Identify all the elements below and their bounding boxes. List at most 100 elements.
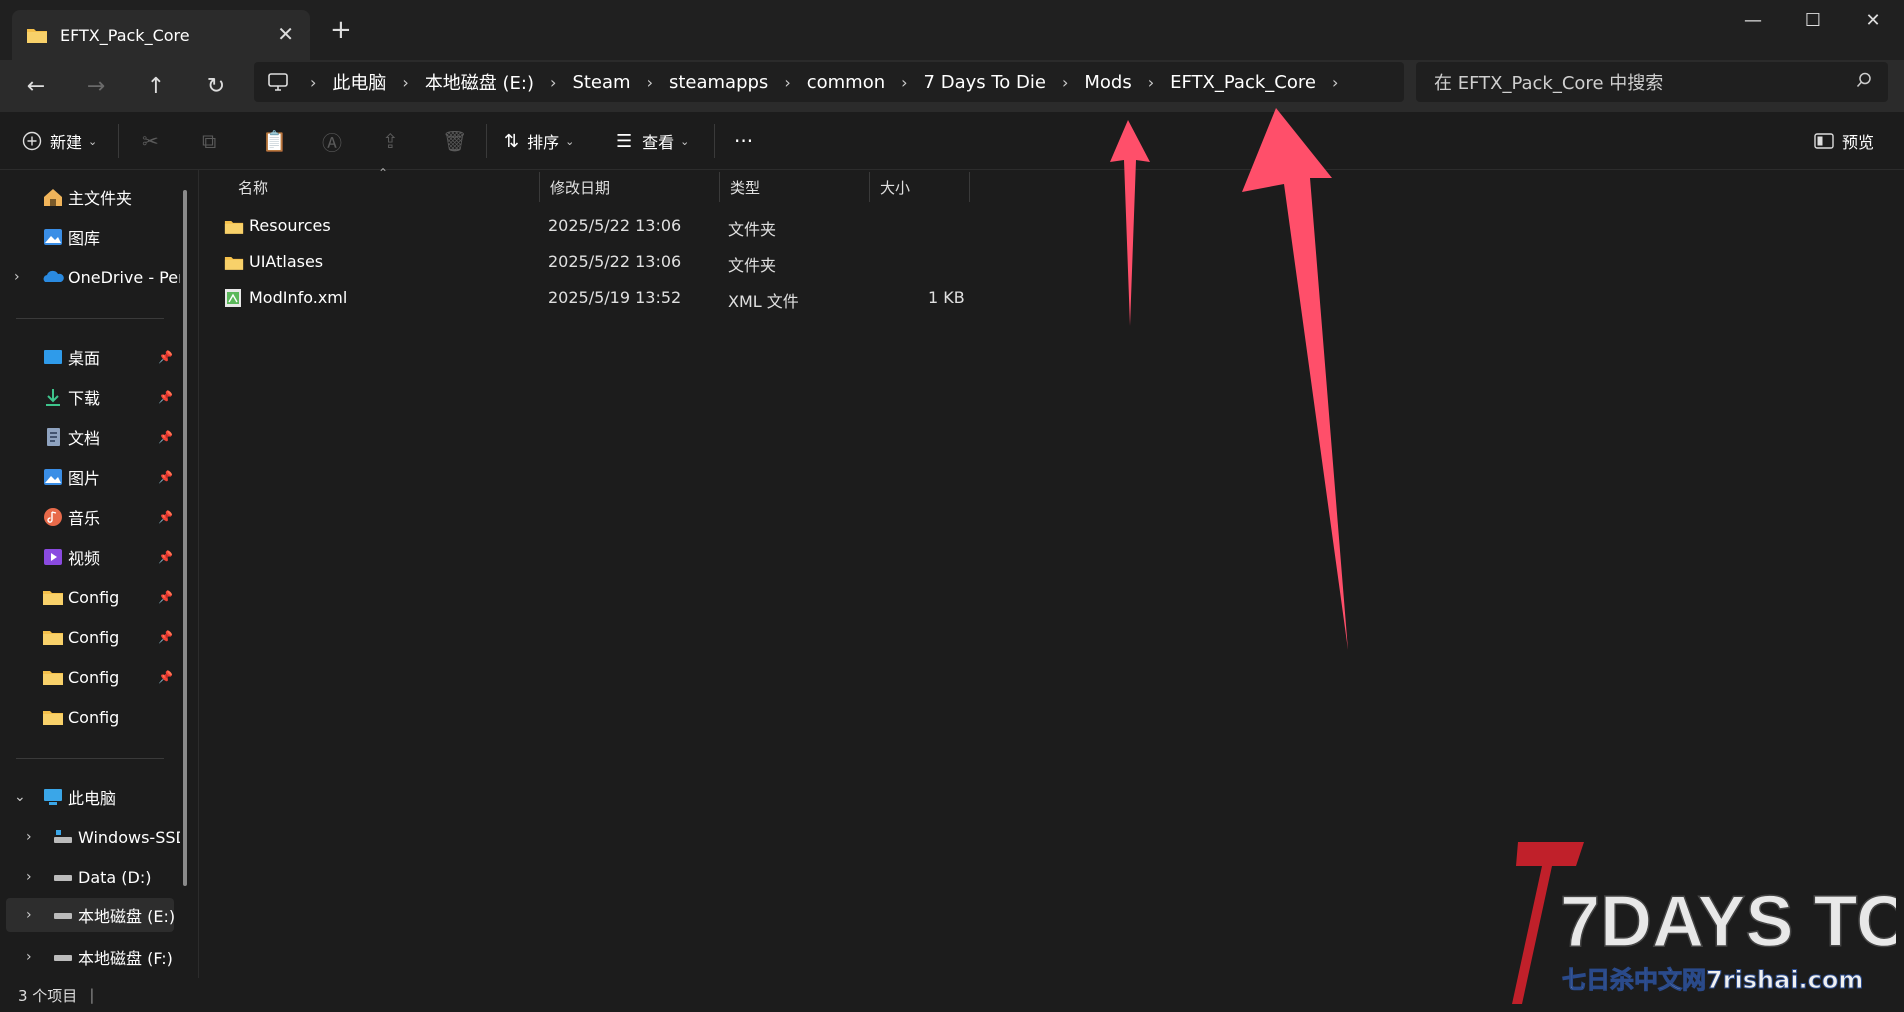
delete-icon[interactable]: 🗑 <box>442 126 467 156</box>
sidebar-item-config-1[interactable]: Config 📌 <box>0 580 180 614</box>
column-header-size[interactable]: 大小 <box>870 172 970 202</box>
sidebar-item-config-2[interactable]: Config 📌 <box>0 620 180 654</box>
pane-divider <box>198 170 199 978</box>
tab-active[interactable]: EFTX_Pack_Core ✕ <box>12 10 310 60</box>
chevron-right-icon[interactable]: › <box>14 269 20 285</box>
game-logo-watermark: 7DAYS TO DIE 七日杀中文网7rishai.com <box>1512 838 1904 1008</box>
sidebar-item-drive-d[interactable]: › Data (D:) <box>0 860 180 894</box>
sidebar-item-drive-e[interactable]: › 本地磁盘 (E:) <box>6 898 174 932</box>
cut-icon[interactable]: ✂ <box>142 126 159 156</box>
pin-icon[interactable]: 📌 <box>158 670 173 684</box>
column-header-date[interactable]: 修改日期 <box>540 172 720 202</box>
refresh-button[interactable]: ↻ <box>196 70 236 102</box>
pin-icon[interactable]: 📌 <box>158 470 173 484</box>
copy-icon[interactable]: ⧉ <box>202 126 216 156</box>
sidebar-item-pictures[interactable]: 图片 📌 <box>0 460 180 494</box>
pin-icon[interactable]: 📌 <box>158 430 173 444</box>
pin-icon[interactable]: 📌 <box>158 630 173 644</box>
search-input[interactable]: 在 EFTX_Pack_Core 中搜索 <box>1416 62 1888 102</box>
minimize-button[interactable]: — <box>1724 0 1782 40</box>
sidebar-item-downloads[interactable]: 下载 📌 <box>0 380 180 414</box>
sort-button[interactable]: ⇅ 排序 ⌄ <box>504 126 574 156</box>
up-button[interactable]: ↑ <box>136 70 176 102</box>
sidebar-item-onedrive[interactable]: › OneDrive - Per <box>0 260 180 294</box>
sidebar-item-drive-f[interactable]: › 本地磁盘 (F:) <box>0 940 180 974</box>
new-button[interactable]: 新建 ⌄ <box>22 126 97 156</box>
share-icon[interactable]: ⇪ <box>382 126 399 156</box>
sidebar-item-this-pc[interactable]: ⌄ 此电脑 <box>0 780 180 814</box>
breadcrumb-steamapps[interactable]: steamapps <box>669 72 768 93</box>
arrow-left-icon: ← <box>26 73 46 99</box>
view-button[interactable]: ☰ 查看 ⌄ <box>616 126 689 156</box>
more-options-button[interactable]: ··· <box>734 126 753 156</box>
preview-pane-icon <box>1814 133 1834 149</box>
arrow-up-icon: ↑ <box>146 73 166 99</box>
pin-icon[interactable]: 📌 <box>158 390 173 404</box>
view-label: 查看 <box>642 133 675 152</box>
chevron-right-icon[interactable]: › <box>26 949 32 965</box>
folder-icon <box>27 29 47 43</box>
pin-icon[interactable]: 📌 <box>158 510 173 524</box>
breadcrumb-this-pc[interactable]: 此电脑 <box>332 69 386 95</box>
chevron-down-icon[interactable]: ⌄ <box>14 789 26 805</box>
folder-icon <box>224 221 244 234</box>
chevron-right-icon[interactable]: › <box>26 907 32 923</box>
file-type: 文件夹 <box>728 256 777 275</box>
rename-icon[interactable]: Ⓐ <box>322 126 342 156</box>
file-row[interactable]: ModInfo.xml 2025/5/19 13:52 XML 文件 1 KB <box>214 282 974 316</box>
file-date: 2025/5/22 13:06 <box>548 252 682 271</box>
sidebar-item-desktop[interactable]: 桌面 📌 <box>0 340 180 374</box>
sidebar-item-gallery[interactable]: 图库 <box>0 220 180 254</box>
new-tab-button[interactable]: + <box>330 16 352 44</box>
onedrive-icon <box>43 270 64 282</box>
forward-button[interactable]: → <box>76 70 116 102</box>
computer-icon <box>44 789 62 805</box>
command-bar: 新建 ⌄ ✂ ⧉ 📋 Ⓐ ⇪ 🗑 ⇅ 排序 ⌄ ☰ 查看 ⌄ ··· 预览 <box>0 112 1904 170</box>
breadcrumb-drive-e[interactable]: 本地磁盘 (E:) <box>425 69 534 95</box>
chevron-right-icon: › <box>310 72 317 92</box>
sidebar-scrollbar[interactable] <box>183 190 187 886</box>
column-header-name[interactable]: 名称 ⌃ <box>228 166 540 202</box>
chevron-right-icon[interactable]: › <box>26 829 32 845</box>
sidebar-item-music[interactable]: 音乐 📌 <box>0 500 180 534</box>
back-button[interactable]: ← <box>16 70 56 102</box>
column-header-type[interactable]: 类型 <box>720 172 870 202</box>
picture-icon <box>44 469 62 485</box>
chevron-right-icon[interactable]: › <box>1332 73 1338 92</box>
breadcrumb-7dtd[interactable]: 7 Days To Die <box>924 72 1046 93</box>
breadcrumb-common[interactable]: common <box>807 72 885 93</box>
pin-icon[interactable]: 📌 <box>158 550 173 564</box>
breadcrumb-eftx[interactable]: EFTX_Pack_Core <box>1170 72 1316 93</box>
chevron-down-icon: ⌄ <box>565 134 575 148</box>
logo-subtitle: 七日杀中文网7rishai.com <box>1562 966 1863 994</box>
music-icon <box>44 508 62 526</box>
search-placeholder: 在 EFTX_Pack_Core 中搜索 <box>1434 73 1664 94</box>
chevron-right-icon: › <box>784 72 791 92</box>
close-window-button[interactable]: ✕ <box>1844 0 1902 40</box>
pin-icon[interactable]: 📌 <box>158 350 173 364</box>
preview-button[interactable]: 预览 <box>1814 126 1874 156</box>
pin-icon[interactable]: 📌 <box>158 590 173 604</box>
sidebar-item-config-3[interactable]: Config 📌 <box>0 660 180 694</box>
file-name: UIAtlases <box>249 252 324 271</box>
file-name: Resources <box>249 216 331 235</box>
file-type: 文件夹 <box>728 220 777 239</box>
tab-close-icon[interactable]: ✕ <box>277 22 294 46</box>
plus-circle-icon <box>22 131 42 151</box>
sidebar-item-documents[interactable]: 文档 📌 <box>0 420 180 454</box>
sidebar-item-config-4[interactable]: Config <box>0 700 180 734</box>
maximize-button[interactable]: ☐ <box>1784 0 1842 40</box>
drive-icon <box>54 875 72 881</box>
sidebar-item-videos[interactable]: 视频 📌 <box>0 540 180 574</box>
file-row[interactable]: Resources 2025/5/22 13:06 文件夹 <box>214 210 974 244</box>
chevron-right-icon[interactable]: › <box>26 869 32 885</box>
address-bar[interactable]: › 此电脑 › 本地磁盘 (E:) › Steam › steamapps › … <box>254 62 1404 102</box>
sidebar-item-home[interactable]: 主文件夹 <box>0 180 180 214</box>
sidebar-item-windows-ssd[interactable]: › Windows-SSD <box>0 820 180 854</box>
breadcrumb-mods[interactable]: Mods <box>1084 72 1131 93</box>
document-icon <box>47 428 60 446</box>
paste-icon[interactable]: 📋 <box>262 126 287 156</box>
breadcrumb-steam[interactable]: Steam <box>572 72 630 93</box>
home-icon <box>44 189 62 206</box>
file-row[interactable]: UIAtlases 2025/5/22 13:06 文件夹 <box>214 246 974 280</box>
